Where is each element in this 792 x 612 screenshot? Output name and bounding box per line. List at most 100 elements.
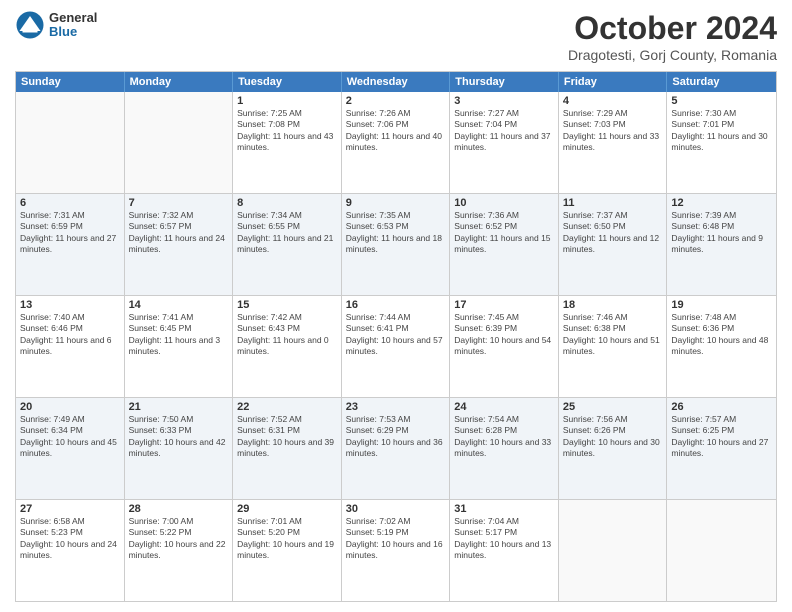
calendar-header-cell: Wednesday xyxy=(342,72,451,92)
day-info: Sunrise: 7:54 AM Sunset: 6:28 PM Dayligh… xyxy=(454,414,554,460)
day-info: Sunrise: 7:32 AM Sunset: 6:57 PM Dayligh… xyxy=(129,210,229,256)
calendar: SundayMondayTuesdayWednesdayThursdayFrid… xyxy=(15,71,777,602)
day-number: 1 xyxy=(237,95,337,107)
day-info: Sunrise: 7:57 AM Sunset: 6:25 PM Dayligh… xyxy=(671,414,772,460)
calendar-row: 1Sunrise: 7:25 AM Sunset: 7:08 PM Daylig… xyxy=(16,92,776,194)
calendar-body: 1Sunrise: 7:25 AM Sunset: 7:08 PM Daylig… xyxy=(16,92,776,601)
day-info: Sunrise: 7:50 AM Sunset: 6:33 PM Dayligh… xyxy=(129,414,229,460)
day-number: 23 xyxy=(346,401,446,413)
day-number: 4 xyxy=(563,95,663,107)
calendar-cell: 24Sunrise: 7:54 AM Sunset: 6:28 PM Dayli… xyxy=(450,398,559,499)
calendar-cell xyxy=(559,500,668,601)
day-info: Sunrise: 7:45 AM Sunset: 6:39 PM Dayligh… xyxy=(454,312,554,358)
day-number: 2 xyxy=(346,95,446,107)
calendar-cell: 9Sunrise: 7:35 AM Sunset: 6:53 PM Daylig… xyxy=(342,194,451,295)
header: General Blue October 2024 Dragotesti, Go… xyxy=(15,10,777,63)
day-info: Sunrise: 7:53 AM Sunset: 6:29 PM Dayligh… xyxy=(346,414,446,460)
calendar-cell: 21Sunrise: 7:50 AM Sunset: 6:33 PM Dayli… xyxy=(125,398,234,499)
day-number: 27 xyxy=(20,503,120,515)
day-number: 24 xyxy=(454,401,554,413)
day-info: Sunrise: 7:00 AM Sunset: 5:22 PM Dayligh… xyxy=(129,516,229,562)
day-number: 18 xyxy=(563,299,663,311)
day-number: 11 xyxy=(563,197,663,209)
day-info: Sunrise: 7:52 AM Sunset: 6:31 PM Dayligh… xyxy=(237,414,337,460)
logo-general: General xyxy=(49,11,97,25)
calendar-row: 20Sunrise: 7:49 AM Sunset: 6:34 PM Dayli… xyxy=(16,398,776,500)
calendar-cell: 28Sunrise: 7:00 AM Sunset: 5:22 PM Dayli… xyxy=(125,500,234,601)
day-number: 8 xyxy=(237,197,337,209)
day-number: 7 xyxy=(129,197,229,209)
day-number: 30 xyxy=(346,503,446,515)
day-number: 9 xyxy=(346,197,446,209)
day-info: Sunrise: 7:27 AM Sunset: 7:04 PM Dayligh… xyxy=(454,108,554,154)
day-info: Sunrise: 7:31 AM Sunset: 6:59 PM Dayligh… xyxy=(20,210,120,256)
calendar-cell xyxy=(16,92,125,193)
calendar-cell: 23Sunrise: 7:53 AM Sunset: 6:29 PM Dayli… xyxy=(342,398,451,499)
day-number: 14 xyxy=(129,299,229,311)
day-info: Sunrise: 7:26 AM Sunset: 7:06 PM Dayligh… xyxy=(346,108,446,154)
calendar-cell xyxy=(667,500,776,601)
day-number: 31 xyxy=(454,503,554,515)
day-number: 26 xyxy=(671,401,772,413)
day-number: 12 xyxy=(671,197,772,209)
title-area: October 2024 Dragotesti, Gorj County, Ro… xyxy=(568,10,777,63)
day-number: 10 xyxy=(454,197,554,209)
day-info: Sunrise: 7:39 AM Sunset: 6:48 PM Dayligh… xyxy=(671,210,772,256)
day-info: Sunrise: 7:56 AM Sunset: 6:26 PM Dayligh… xyxy=(563,414,663,460)
day-number: 16 xyxy=(346,299,446,311)
calendar-cell: 5Sunrise: 7:30 AM Sunset: 7:01 PM Daylig… xyxy=(667,92,776,193)
day-number: 13 xyxy=(20,299,120,311)
calendar-cell: 22Sunrise: 7:52 AM Sunset: 6:31 PM Dayli… xyxy=(233,398,342,499)
calendar-cell: 17Sunrise: 7:45 AM Sunset: 6:39 PM Dayli… xyxy=(450,296,559,397)
day-info: Sunrise: 7:36 AM Sunset: 6:52 PM Dayligh… xyxy=(454,210,554,256)
day-info: Sunrise: 7:49 AM Sunset: 6:34 PM Dayligh… xyxy=(20,414,120,460)
day-info: Sunrise: 7:40 AM Sunset: 6:46 PM Dayligh… xyxy=(20,312,120,358)
calendar-cell: 12Sunrise: 7:39 AM Sunset: 6:48 PM Dayli… xyxy=(667,194,776,295)
day-info: Sunrise: 7:42 AM Sunset: 6:43 PM Dayligh… xyxy=(237,312,337,358)
calendar-header-cell: Tuesday xyxy=(233,72,342,92)
day-number: 15 xyxy=(237,299,337,311)
day-info: Sunrise: 7:44 AM Sunset: 6:41 PM Dayligh… xyxy=(346,312,446,358)
calendar-header: SundayMondayTuesdayWednesdayThursdayFrid… xyxy=(16,72,776,92)
day-info: Sunrise: 7:35 AM Sunset: 6:53 PM Dayligh… xyxy=(346,210,446,256)
day-number: 28 xyxy=(129,503,229,515)
calendar-cell: 30Sunrise: 7:02 AM Sunset: 5:19 PM Dayli… xyxy=(342,500,451,601)
day-info: Sunrise: 7:48 AM Sunset: 6:36 PM Dayligh… xyxy=(671,312,772,358)
calendar-cell: 6Sunrise: 7:31 AM Sunset: 6:59 PM Daylig… xyxy=(16,194,125,295)
calendar-header-cell: Sunday xyxy=(16,72,125,92)
calendar-cell: 1Sunrise: 7:25 AM Sunset: 7:08 PM Daylig… xyxy=(233,92,342,193)
page: General Blue October 2024 Dragotesti, Go… xyxy=(0,0,792,612)
calendar-cell: 19Sunrise: 7:48 AM Sunset: 6:36 PM Dayli… xyxy=(667,296,776,397)
day-info: Sunrise: 7:46 AM Sunset: 6:38 PM Dayligh… xyxy=(563,312,663,358)
day-info: Sunrise: 7:02 AM Sunset: 5:19 PM Dayligh… xyxy=(346,516,446,562)
calendar-header-cell: Thursday xyxy=(450,72,559,92)
day-number: 3 xyxy=(454,95,554,107)
calendar-header-cell: Saturday xyxy=(667,72,776,92)
day-number: 25 xyxy=(563,401,663,413)
day-info: Sunrise: 7:30 AM Sunset: 7:01 PM Dayligh… xyxy=(671,108,772,154)
calendar-cell: 29Sunrise: 7:01 AM Sunset: 5:20 PM Dayli… xyxy=(233,500,342,601)
day-info: Sunrise: 7:04 AM Sunset: 5:17 PM Dayligh… xyxy=(454,516,554,562)
day-number: 6 xyxy=(20,197,120,209)
calendar-cell: 8Sunrise: 7:34 AM Sunset: 6:55 PM Daylig… xyxy=(233,194,342,295)
calendar-cell: 13Sunrise: 7:40 AM Sunset: 6:46 PM Dayli… xyxy=(16,296,125,397)
calendar-row: 13Sunrise: 7:40 AM Sunset: 6:46 PM Dayli… xyxy=(16,296,776,398)
calendar-cell: 14Sunrise: 7:41 AM Sunset: 6:45 PM Dayli… xyxy=(125,296,234,397)
day-number: 5 xyxy=(671,95,772,107)
calendar-cell: 2Sunrise: 7:26 AM Sunset: 7:06 PM Daylig… xyxy=(342,92,451,193)
logo-blue: Blue xyxy=(49,25,97,39)
calendar-cell xyxy=(125,92,234,193)
day-number: 19 xyxy=(671,299,772,311)
day-number: 17 xyxy=(454,299,554,311)
logo-icon xyxy=(15,10,45,40)
day-number: 20 xyxy=(20,401,120,413)
calendar-cell: 26Sunrise: 7:57 AM Sunset: 6:25 PM Dayli… xyxy=(667,398,776,499)
calendar-cell: 27Sunrise: 6:58 AM Sunset: 5:23 PM Dayli… xyxy=(16,500,125,601)
calendar-cell: 10Sunrise: 7:36 AM Sunset: 6:52 PM Dayli… xyxy=(450,194,559,295)
calendar-cell: 15Sunrise: 7:42 AM Sunset: 6:43 PM Dayli… xyxy=(233,296,342,397)
day-number: 29 xyxy=(237,503,337,515)
day-number: 22 xyxy=(237,401,337,413)
day-number: 21 xyxy=(129,401,229,413)
day-info: Sunrise: 6:58 AM Sunset: 5:23 PM Dayligh… xyxy=(20,516,120,562)
calendar-cell: 11Sunrise: 7:37 AM Sunset: 6:50 PM Dayli… xyxy=(559,194,668,295)
